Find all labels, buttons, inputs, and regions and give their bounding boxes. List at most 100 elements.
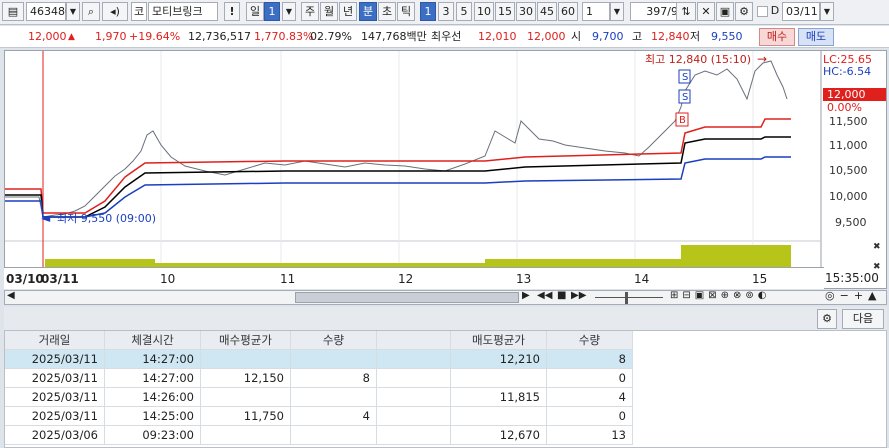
table-cell: 2025/03/11: [5, 388, 105, 407]
scroll-thumb[interactable]: [295, 292, 519, 303]
current-price: 12,000: [28, 30, 67, 43]
table-cell: [201, 388, 291, 407]
column-header[interactable]: [377, 331, 451, 350]
alert-button[interactable]: !: [224, 2, 240, 21]
buy-button[interactable]: 매수: [759, 28, 795, 46]
next-button[interactable]: 다음: [842, 309, 884, 329]
table-cell: [201, 426, 291, 445]
column-header[interactable]: 수량: [547, 331, 633, 350]
date-dropdown-icon[interactable]: ▼: [820, 2, 834, 21]
table-cell: 2025/03/11: [5, 369, 105, 388]
column-header[interactable]: 매수평균가: [201, 331, 291, 350]
panel-close-icon[interactable]: ✖: [873, 242, 881, 252]
column-header[interactable]: 매도평균가: [451, 331, 547, 350]
zoom-slider[interactable]: [595, 297, 663, 298]
forward-icon[interactable]: ▶▶: [571, 290, 586, 301]
stock-name[interactable]: 모티브링크: [148, 2, 218, 21]
min-price-label: 최저 9,550 (09:00): [57, 212, 156, 225]
gear-icon[interactable]: ⚙: [817, 309, 837, 329]
table-cell: [451, 369, 547, 388]
column-header[interactable]: 거래일: [5, 331, 105, 350]
day-dropdown-icon[interactable]: ▼: [282, 2, 296, 21]
buy-marker-label: B: [679, 115, 686, 126]
interval-60[interactable]: 60: [558, 2, 578, 21]
gear-icon[interactable]: ⚙: [735, 2, 753, 21]
tab-week[interactable]: 주: [301, 2, 319, 21]
tab-month[interactable]: 월: [320, 2, 338, 21]
best-ask-label: 최우선: [431, 30, 462, 43]
tab-year[interactable]: 년: [339, 2, 357, 21]
table-cell: 12,670: [451, 426, 547, 445]
interval-10[interactable]: 10: [474, 2, 494, 21]
table-cell: 14:25:00: [105, 407, 201, 426]
x-label: 14: [634, 272, 650, 286]
save-icon[interactable]: ▣: [716, 2, 734, 21]
code-dropdown-icon[interactable]: ▼: [66, 2, 80, 21]
chart-scrollbar[interactable]: ◀ ▶ ◀◀ ■ ▶▶ ⊞⊟▣⊠⊕⊗⊚◐ ◎−+▲: [4, 289, 887, 305]
sell-marker-1-label: S: [682, 72, 688, 83]
stock-code-input[interactable]: 463480: [26, 2, 72, 21]
open-price: 9,700: [592, 30, 624, 43]
y-tick-label: 10,000: [829, 190, 868, 203]
checkbox-d[interactable]: [757, 6, 768, 17]
table-cell: [291, 350, 377, 369]
chart-canvas: 최고 12,840 (15:10) → 최저 9,550 (09:00) ◄ S…: [5, 51, 886, 288]
interval-15[interactable]: 15: [495, 2, 515, 21]
max-arrow-icon: →: [757, 52, 767, 66]
market-label: 코: [131, 2, 147, 21]
price-chart[interactable]: 최고 12,840 (15:10) → 최저 9,550 (09:00) ◄ S…: [4, 50, 887, 289]
best-bid: 12,000: [527, 30, 566, 43]
volume-pct: 1,770.83%: [254, 30, 314, 43]
count-input[interactable]: 1: [582, 2, 610, 21]
table-cell: 13: [547, 426, 633, 445]
count-dropdown-icon[interactable]: ▼: [610, 2, 624, 21]
tab-day[interactable]: 일: [246, 2, 264, 21]
x-label: 13: [516, 272, 532, 286]
column-header[interactable]: 체결시간: [105, 331, 201, 350]
stock-menu-icon[interactable]: ▤: [2, 2, 24, 21]
tab-day-count[interactable]: 1: [264, 2, 280, 21]
search-icon[interactable]: ⌕: [82, 2, 100, 21]
interval-5[interactable]: 5: [456, 2, 472, 21]
table-cell: [377, 369, 451, 388]
x-label: 03/11: [41, 272, 79, 286]
interval-45[interactable]: 45: [537, 2, 557, 21]
rewind-icon[interactable]: ◀◀: [537, 290, 552, 301]
speaker-icon[interactable]: ◂): [102, 2, 128, 21]
grid-toolbar: ⚙ 다음: [4, 307, 887, 331]
x-label: 11: [280, 272, 296, 286]
tab-tick[interactable]: 틱: [397, 2, 415, 21]
table-cell: 11,750: [201, 407, 291, 426]
table-cell: [377, 388, 451, 407]
table-cell: 09:23:00: [105, 426, 201, 445]
crosshair-icon[interactable]: ✕: [697, 2, 715, 21]
tab-minute[interactable]: 분: [359, 2, 377, 21]
tab-second[interactable]: 초: [378, 2, 396, 21]
stop-icon[interactable]: ■: [557, 290, 566, 301]
chart-tools-icons[interactable]: ⊞⊟▣⊠⊕⊗⊚◐: [670, 290, 770, 301]
compare-icon[interactable]: ⇅: [676, 2, 696, 21]
table-cell: 0: [547, 369, 633, 388]
table-cell: 2025/03/11: [5, 407, 105, 426]
interval-30[interactable]: 30: [516, 2, 536, 21]
table-cell: 14:26:00: [105, 388, 201, 407]
checkbox-label: D: [770, 4, 780, 17]
scroll-right-icon[interactable]: ▶: [522, 290, 530, 301]
interval-3[interactable]: 3: [438, 2, 454, 21]
interval-1[interactable]: 1: [420, 2, 436, 21]
x-label: 03/10: [6, 272, 44, 286]
sell-button[interactable]: 매도: [798, 28, 834, 46]
best-ask: 12,010: [478, 30, 517, 43]
table-cell: 2025/03/11: [5, 350, 105, 369]
scroll-left-icon[interactable]: ◀: [7, 290, 15, 301]
volume-bars-day7: [681, 245, 791, 267]
date-input[interactable]: 03/11: [782, 2, 820, 21]
table-cell: 8: [291, 369, 377, 388]
zoom-controls-icons[interactable]: ◎−+▲: [825, 289, 882, 302]
zoom-slider-handle[interactable]: [625, 292, 628, 304]
table-cell: 0: [547, 407, 633, 426]
table-cell: [451, 407, 547, 426]
table-cell: 14:27:00: [105, 369, 201, 388]
trade-history-table: 거래일 체결시간 매수평균가 수량 매도평균가 수량 2025/03/11 14…: [4, 330, 887, 448]
column-header[interactable]: 수량: [291, 331, 377, 350]
